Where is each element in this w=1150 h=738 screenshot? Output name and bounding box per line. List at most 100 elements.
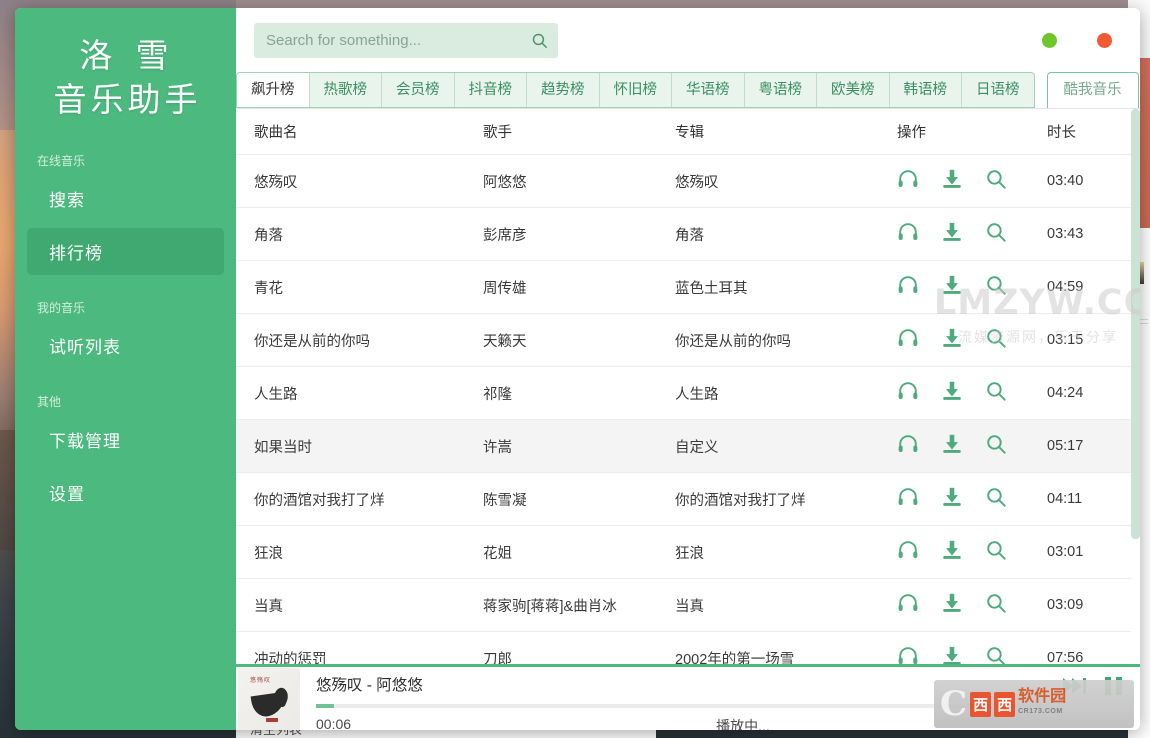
headphone-icon[interactable] — [897, 221, 919, 247]
search-icon[interactable] — [985, 168, 1007, 194]
cell-duration: 03:01 — [1047, 525, 1140, 579]
cell-duration: 03:15 — [1047, 313, 1140, 367]
cell-artist: 彭席彦 — [483, 207, 675, 261]
download-icon[interactable] — [941, 645, 963, 664]
download-icon[interactable] — [941, 274, 963, 300]
tab-hanyubang[interactable]: 韩语榜 — [889, 73, 962, 107]
headphone-icon[interactable] — [897, 486, 919, 512]
top-bar — [236, 8, 1140, 72]
download-icon[interactable] — [941, 539, 963, 565]
tab-riyubang[interactable]: 日语榜 — [962, 73, 1034, 107]
cell-song-name: 角落 — [236, 207, 483, 261]
cell-duration: 04:11 — [1047, 472, 1140, 526]
tab-douyinbang[interactable]: 抖音榜 — [454, 73, 527, 107]
search-icon[interactable] — [985, 645, 1007, 664]
table-row[interactable]: 悠殇叹 阿悠悠 悠殇叹 03:40 — [236, 154, 1140, 208]
download-icon[interactable] — [941, 221, 963, 247]
search-icon[interactable] — [985, 327, 1007, 353]
table-row[interactable]: 青花 周传雄 蓝色土耳其 04:59 — [236, 260, 1140, 314]
headphone-icon[interactable] — [897, 274, 919, 300]
tab-oumeibang[interactable]: 欧美榜 — [817, 73, 890, 107]
search-icon[interactable] — [985, 486, 1007, 512]
watermark-corner-rj-sub: CR173.COM — [1018, 708, 1063, 715]
cell-duration: 07:56 — [1047, 631, 1140, 664]
headphone-icon[interactable] — [897, 645, 919, 664]
cell-duration: 03:40 — [1047, 154, 1140, 208]
cell-album: 2002年的第一场雪 — [675, 631, 897, 664]
search-box[interactable] — [254, 22, 558, 58]
table-row[interactable]: 人生路 祁隆 人生路 04:24 — [236, 366, 1140, 420]
search-icon[interactable] — [985, 274, 1007, 300]
search-icon[interactable] — [531, 32, 548, 49]
sidebar-item-ranking[interactable]: 排行榜 — [27, 228, 224, 275]
player-bar: 悠殇叹 悠殇叹 - 阿悠悠 00:06 播放中... C 西 西 软件园 CR1… — [236, 664, 1140, 730]
table-scrollbar-thumb[interactable] — [1131, 109, 1140, 539]
search-icon[interactable] — [985, 380, 1007, 406]
cell-duration: 03:43 — [1047, 207, 1140, 261]
table-row[interactable]: 角落 彭席彦 角落 03:43 — [236, 207, 1140, 261]
table-row[interactable]: 冲动的惩罚 刀郎 2002年的第一场雪 07:56 — [236, 631, 1140, 664]
headphone-icon[interactable] — [897, 433, 919, 459]
cell-album: 人生路 — [675, 366, 897, 420]
tab-huaijiubang[interactable]: 怀旧榜 — [599, 73, 672, 107]
table-row[interactable]: 狂浪 花姐 狂浪 03:01 — [236, 525, 1140, 579]
tab-huiyuanbang[interactable]: 会员榜 — [382, 73, 455, 107]
search-icon[interactable] — [985, 539, 1007, 565]
row-action-group — [897, 380, 1047, 406]
table-row[interactable]: 如果当时 许嵩 自定义 05:17 — [236, 419, 1140, 473]
headphone-icon[interactable] — [897, 380, 919, 406]
search-icon[interactable] — [985, 221, 1007, 247]
player-progress-fill — [316, 704, 334, 708]
table-scrollbar[interactable] — [1131, 109, 1140, 664]
headphone-icon[interactable] — [897, 327, 919, 353]
cell-artist: 阿悠悠 — [483, 154, 675, 208]
cell-actions — [897, 366, 1047, 420]
table-row[interactable]: 你的酒馆对我打了烊 陈雪凝 你的酒馆对我打了烊 04:11 — [236, 472, 1140, 526]
search-icon[interactable] — [985, 433, 1007, 459]
tab-qushibang[interactable]: 趋势榜 — [527, 73, 600, 107]
tab-biaoshengbang[interactable]: 飙升榜 — [237, 73, 310, 107]
album-cover[interactable]: 悠殇叹 — [238, 668, 300, 730]
album-cover-title: 悠殇叹 — [250, 678, 272, 684]
sidebar-section-my-music: 我的音乐 — [37, 301, 86, 315]
cell-song-name: 当真 — [236, 578, 483, 632]
download-icon[interactable] — [941, 380, 963, 406]
tab-yueyubang[interactable]: 粤语榜 — [744, 73, 817, 107]
headphone-icon[interactable] — [897, 168, 919, 194]
cell-duration: 04:24 — [1047, 366, 1140, 420]
logo-line-1: 洛 雪 — [79, 37, 176, 74]
sidebar-item-playlist[interactable]: 试听列表 — [27, 322, 224, 369]
search-input[interactable] — [266, 31, 531, 49]
table-row[interactable]: 当真 蒋家驹[蒋蒋]&曲肖冰 当真 03:09 — [236, 578, 1140, 632]
cell-song-name: 你还是从前的你吗 — [236, 313, 483, 367]
download-icon[interactable] — [941, 592, 963, 618]
sidebar-item-settings[interactable]: 设置 — [27, 469, 224, 516]
row-action-group — [897, 168, 1047, 194]
download-icon[interactable] — [941, 327, 963, 353]
tab-huayubang[interactable]: 华语榜 — [672, 73, 745, 107]
minimize-button[interactable] — [1042, 32, 1057, 48]
close-button[interactable] — [1097, 32, 1112, 48]
logo-line-2: 音乐助手 — [53, 81, 202, 118]
sidebar-item-search[interactable]: 搜索 — [27, 175, 224, 222]
watermark-corner-rj: 软件园 CR173.COM — [1018, 689, 1066, 719]
tab-source-kuwo[interactable]: 酷我音乐 — [1048, 73, 1138, 108]
sidebar-item-download-manager[interactable]: 下载管理 — [27, 416, 224, 463]
table-row[interactable]: 你还是从前的你吗 天籁天 你还是从前的你吗 03:15 — [236, 313, 1140, 367]
search-icon[interactable] — [985, 592, 1007, 618]
download-icon[interactable] — [941, 433, 963, 459]
tab-regebang[interactable]: 热歌榜 — [309, 73, 382, 107]
cell-album: 你的酒馆对我打了烊 — [675, 472, 897, 526]
sidebar: 洛 雪 音乐助手 在线音乐 搜索 排行榜 我的音乐 试听列表 其他 下载管理 设… — [15, 8, 236, 730]
download-icon[interactable] — [941, 168, 963, 194]
sidebar-section-online-music: 在线音乐 — [37, 154, 86, 168]
song-table-head: 歌曲名 歌手 专辑 操作 时长 — [236, 109, 1140, 155]
app-window: 洛 雪 音乐助手 在线音乐 搜索 排行榜 我的音乐 试听列表 其他 下载管理 设… — [15, 8, 1140, 730]
cell-artist: 花姐 — [483, 525, 675, 579]
headphone-icon[interactable] — [897, 539, 919, 565]
cell-artist: 许嵩 — [483, 419, 675, 473]
headphone-icon[interactable] — [897, 592, 919, 618]
column-header-artist: 歌手 — [483, 109, 675, 155]
cell-album: 角落 — [675, 207, 897, 261]
download-icon[interactable] — [941, 486, 963, 512]
